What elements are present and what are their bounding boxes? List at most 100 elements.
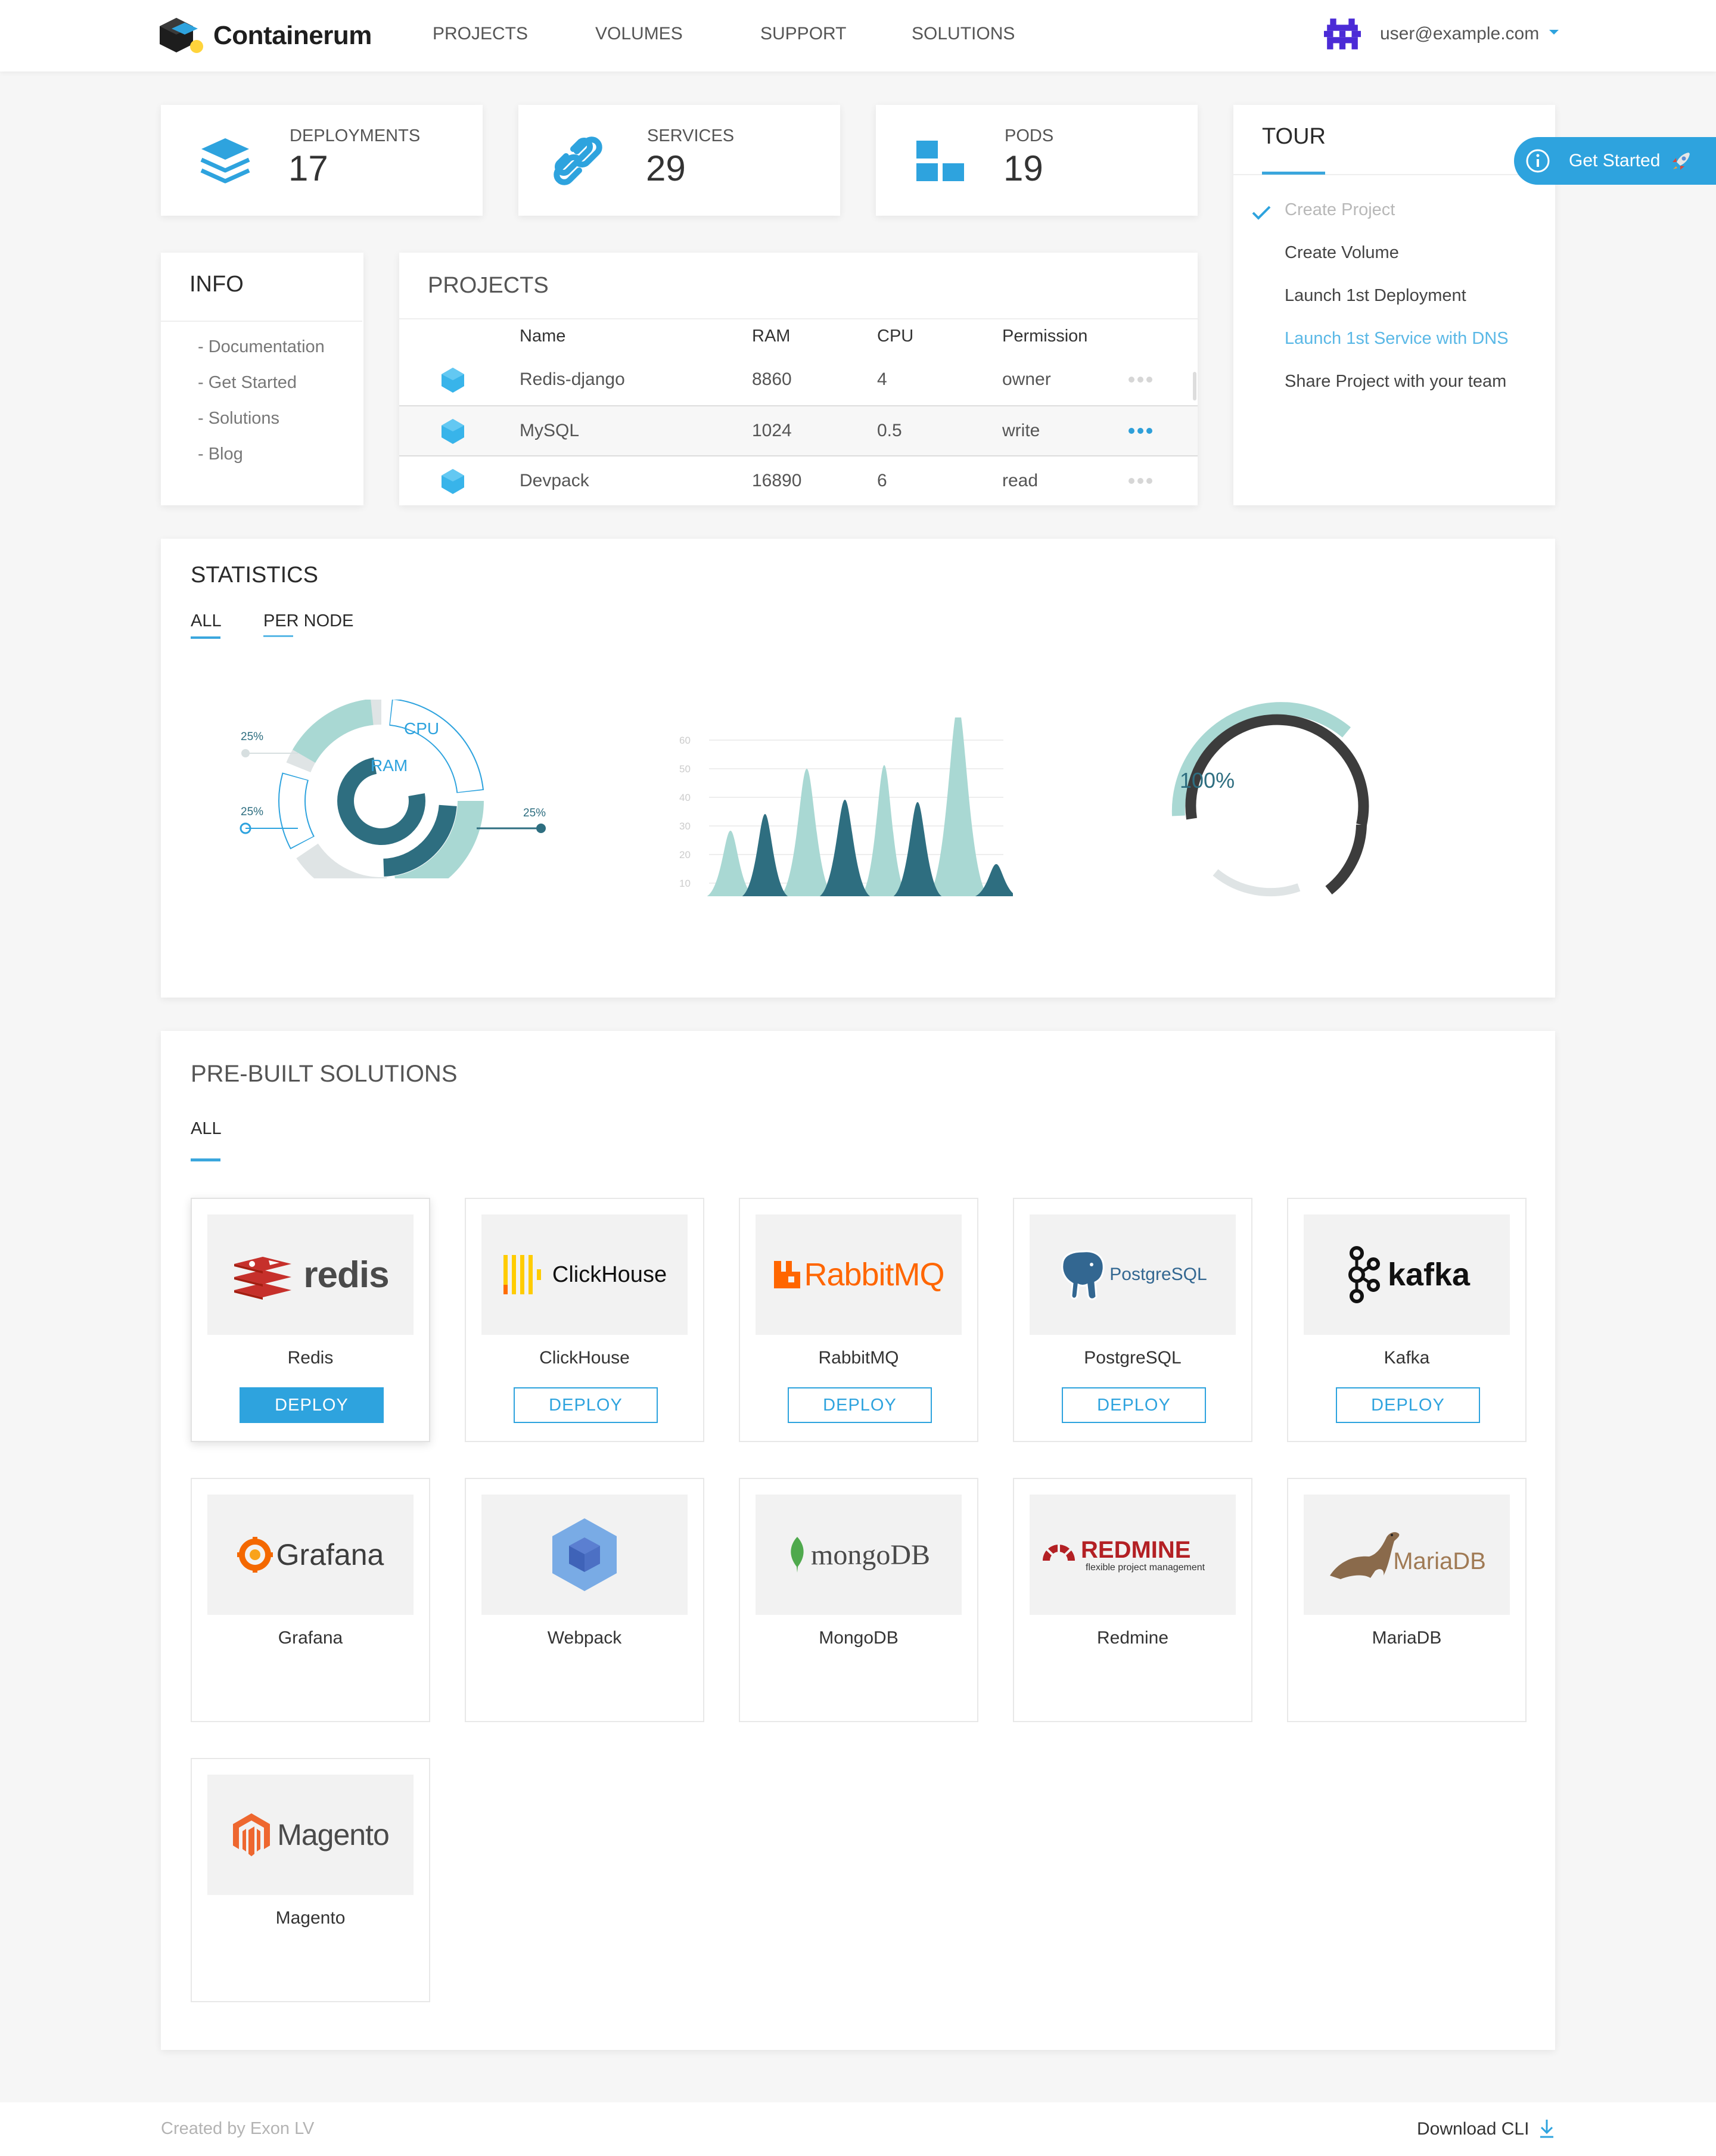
- solution-card-postgresql[interactable]: PostgreSQL PostgreSQL DEPLOY: [1013, 1198, 1252, 1442]
- solution-card-kafka[interactable]: kafka Kafka DEPLOY: [1287, 1198, 1527, 1442]
- area-peak-light: [780, 769, 834, 896]
- solution-card-redis[interactable]: redis Redis DEPLOY: [191, 1198, 430, 1442]
- stat-value: 19: [1003, 148, 1043, 188]
- solution-card-mariadb[interactable]: MariaDB MariaDB: [1287, 1478, 1527, 1722]
- tour-item-share-project[interactable]: Share Project with your team: [1285, 372, 1506, 392]
- mongodb-leaf-icon: [791, 1537, 804, 1573]
- nav-projects[interactable]: PROJECTS: [433, 24, 528, 44]
- solution-card-redmine[interactable]: REDMINE flexible project management Redm…: [1013, 1478, 1252, 1722]
- deploy-button[interactable]: DEPLOY: [1336, 1387, 1480, 1423]
- brand[interactable]: Containerum: [158, 17, 372, 55]
- solution-card-mongodb[interactable]: mongoDB MongoDB: [739, 1478, 978, 1722]
- info-link-get-started[interactable]: - Get Started: [198, 373, 297, 393]
- solution-name: Webpack: [547, 1628, 622, 1648]
- mariadb-logo: MariaDB: [1304, 1495, 1510, 1615]
- webpack-cube-icon: [552, 1518, 617, 1591]
- tour-item-launch-deployment[interactable]: Launch 1st Deployment: [1285, 286, 1466, 306]
- containerum-logo-icon: [160, 18, 203, 53]
- solution-card-clickhouse[interactable]: ClickHouse ClickHouse DEPLOY: [465, 1198, 704, 1442]
- ring-segment: [296, 843, 387, 878]
- ring-segment: [293, 700, 374, 763]
- statistics-panel: STATISTICS ALL PER NODE CPU RAM 25% 25% …: [161, 539, 1555, 998]
- solution-name: MongoDB: [819, 1628, 899, 1648]
- brand-name: Containerum: [213, 21, 372, 50]
- solution-card-magento[interactable]: Magento Magento: [191, 1758, 430, 2002]
- area-peak-light: [927, 717, 989, 896]
- column-header-permission[interactable]: Permission: [1002, 327, 1087, 346]
- more-options-icon[interactable]: [1129, 428, 1152, 434]
- tab-per-node[interactable]: PER NODE: [263, 611, 353, 631]
- annotation-label: 25%: [523, 807, 546, 819]
- tour-title: TOUR: [1262, 124, 1326, 149]
- tour-item-create-volume[interactable]: Create Volume: [1285, 243, 1399, 263]
- webpack-logo: [481, 1495, 688, 1615]
- project-hexagon-icon: [442, 368, 464, 393]
- kafka-icon: [1348, 1246, 1380, 1303]
- project-permission: write: [1002, 421, 1040, 440]
- logo-subtext: flexible project management: [1086, 1562, 1205, 1573]
- stat-label: PODS: [1005, 126, 1054, 145]
- logo-text: kafka: [1387, 1257, 1471, 1293]
- info-link-blog[interactable]: - Blog: [198, 445, 243, 464]
- project-name: Redis-django: [520, 369, 625, 389]
- tab-underline: [191, 636, 220, 639]
- project-permission: owner: [1002, 369, 1051, 389]
- tab-all[interactable]: ALL: [191, 611, 222, 631]
- redmine-icon: [1043, 1540, 1075, 1562]
- logo-text: REDMINE: [1081, 1536, 1191, 1563]
- chevron-down-icon: [1549, 30, 1559, 35]
- download-cli-link[interactable]: Download CLI: [1417, 2119, 1529, 2139]
- more-options-icon[interactable]: [1129, 377, 1152, 383]
- statistics-title: STATISTICS: [191, 563, 318, 588]
- scrollbar[interactable]: [1193, 372, 1196, 400]
- logo-text: Grafana: [276, 1538, 384, 1571]
- column-header-name[interactable]: Name: [520, 327, 565, 346]
- gauge-chart: 100%: [1171, 702, 1369, 897]
- stat-label: DEPLOYMENTS: [290, 126, 421, 145]
- solution-card-grafana[interactable]: Grafana Grafana: [191, 1478, 430, 1722]
- solution-name: Redis: [287, 1348, 334, 1368]
- donut-chart-rings: [278, 700, 484, 878]
- rocket-icon: [1673, 153, 1690, 170]
- tab-all[interactable]: ALL: [191, 1119, 222, 1139]
- solution-card-rabbitmq[interactable]: RabbitMQ RabbitMQ DEPLOY: [739, 1198, 978, 1442]
- table-row[interactable]: MySQL 1024 0.5 write: [399, 405, 1198, 455]
- project-name: Devpack: [520, 471, 589, 490]
- more-options-icon[interactable]: [1129, 478, 1152, 484]
- gauge-arc-dark: [1325, 824, 1367, 895]
- top-bar: Containerum PROJECTS VOLUMES SUPPORT SOL…: [0, 0, 1716, 72]
- deploy-button[interactable]: DEPLOY: [240, 1387, 384, 1423]
- deploy-button[interactable]: DEPLOY: [1062, 1387, 1206, 1423]
- tour-item-create-project[interactable]: Create Project: [1285, 200, 1395, 220]
- user-menu[interactable]: user@example.com: [1324, 15, 1560, 52]
- nav-solutions[interactable]: SOLUTIONS: [912, 24, 1015, 44]
- nav-support[interactable]: SUPPORT: [760, 24, 846, 44]
- solution-card-webpack[interactable]: Webpack: [465, 1478, 704, 1722]
- stat-value: 17: [288, 148, 328, 188]
- table-row[interactable]: Devpack 16890 6 read: [399, 455, 1198, 505]
- project-ram: 1024: [752, 421, 792, 440]
- clickhouse-bars-icon: [503, 1255, 541, 1294]
- get-started-button[interactable]: Get Started: [1514, 137, 1716, 185]
- y-tick-label: 20: [679, 849, 691, 860]
- tour-item-launch-service[interactable]: Launch 1st Service with DNS: [1285, 329, 1509, 349]
- user-email: user@example.com: [1380, 24, 1540, 44]
- deploy-button[interactable]: DEPLOY: [514, 1387, 658, 1423]
- grafana-logo: Grafana: [207, 1495, 414, 1615]
- table-row[interactable]: Redis-django 8860 4 owner: [399, 355, 1198, 405]
- footer-credit: Created by Exon LV: [161, 2119, 315, 2138]
- divider: [399, 318, 1198, 319]
- column-header-ram[interactable]: RAM: [752, 327, 790, 346]
- grafana-icon: [237, 1537, 273, 1573]
- y-tick-label: 10: [679, 878, 691, 889]
- deploy-button[interactable]: DEPLOY: [788, 1387, 932, 1423]
- annotation-label: 25%: [241, 806, 263, 818]
- download-icon[interactable]: [1538, 2118, 1555, 2139]
- info-link-solutions[interactable]: - Solutions: [198, 409, 279, 428]
- project-ram: 16890: [752, 471, 802, 490]
- cpu-label: CPU: [404, 719, 439, 738]
- nav-volumes[interactable]: VOLUMES: [595, 24, 683, 44]
- info-link-documentation[interactable]: - Documentation: [198, 337, 325, 357]
- column-header-cpu[interactable]: CPU: [877, 327, 913, 346]
- logo-text: RabbitMQ: [804, 1257, 944, 1293]
